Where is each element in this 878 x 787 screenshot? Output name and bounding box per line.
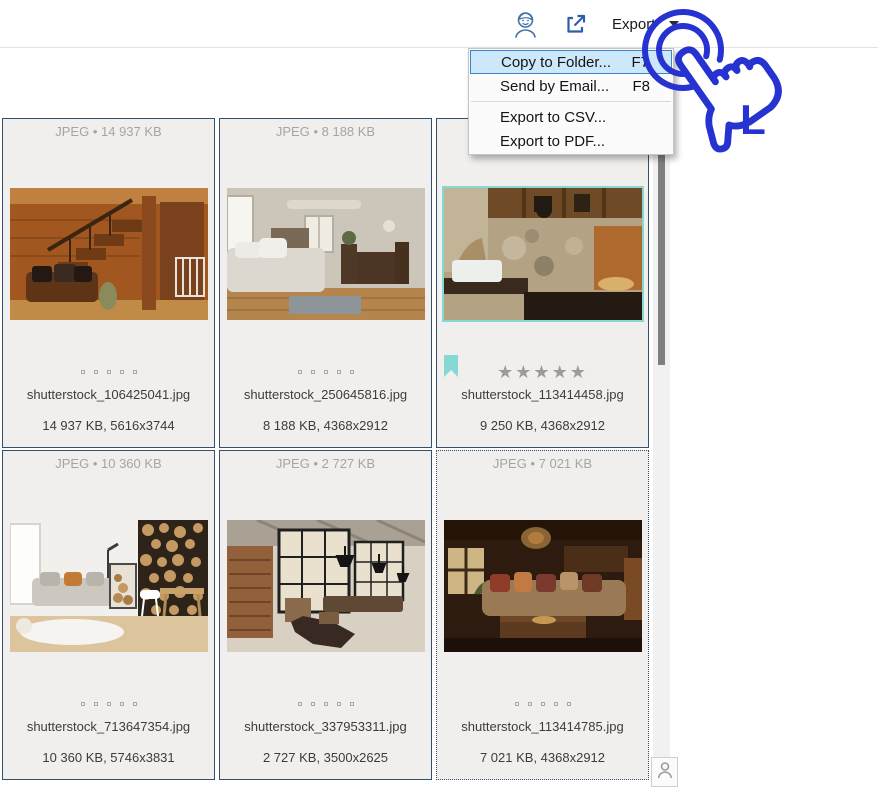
export-button-label: Export [612, 16, 655, 33]
rating-dots[interactable] [3, 365, 214, 379]
toolbar: Export [0, 0, 878, 48]
asset-card[interactable]: JPEG • 8 188 KB [219, 118, 432, 448]
menu-item-label: Send by Email... [500, 78, 609, 95]
menu-separator [471, 101, 671, 102]
asset-card[interactable]: JPEG • 2 727 KB [219, 450, 432, 780]
menu-item-shortcut: F8 [632, 78, 650, 95]
thumbnail-image[interactable] [442, 186, 644, 322]
file-name: shutterstock_113414458.jpg [437, 387, 648, 402]
asset-card-selected[interactable]: ★★★★★ shutterstock_113414458.jpg 9 250 K… [436, 118, 649, 448]
file-name: shutterstock_337953311.jpg [220, 719, 431, 734]
left-click-label: L [740, 96, 766, 143]
file-details: 10 360 KB, 5746x3831 [3, 750, 214, 765]
file-format-size: JPEG • 10 360 KB [3, 451, 214, 475]
app-window: Export Copy to Folder... F7 Send by Emai… [0, 0, 878, 787]
file-format-size: JPEG • 7 021 KB [437, 451, 648, 475]
file-name: shutterstock_113414785.jpg [437, 719, 648, 734]
rating-stars[interactable]: ★★★★★ [437, 365, 648, 379]
rating-dots[interactable] [3, 697, 214, 711]
menu-item-shortcut: F7 [631, 54, 649, 71]
file-details: 8 188 KB, 4368x2912 [220, 418, 431, 433]
thumbnail-grid: JPEG • 14 937 KB [2, 118, 649, 780]
menu-item-export-to-csv[interactable]: Export to CSV... [470, 105, 672, 129]
asset-card[interactable]: JPEG • 14 937 KB [2, 118, 215, 448]
thumbnail-image[interactable] [227, 520, 425, 652]
thumbnail-image[interactable] [10, 188, 208, 320]
scrollbar-thumb[interactable] [658, 150, 665, 365]
menu-item-label: Export to CSV... [500, 109, 606, 126]
star-rating: ★★★★★ [497, 365, 588, 379]
file-name: shutterstock_713647354.jpg [3, 719, 214, 734]
export-dropdown-menu: Copy to Folder... F7 Send by Email... F8… [468, 48, 674, 155]
file-format-size: JPEG • 2 727 KB [220, 451, 431, 475]
rating-dots[interactable] [437, 697, 648, 711]
file-name: shutterstock_106425041.jpg [3, 387, 214, 402]
menu-item-copy-to-folder[interactable]: Copy to Folder... F7 [470, 50, 672, 74]
menu-item-label: Copy to Folder... [501, 54, 611, 71]
thumbnail-image[interactable] [444, 520, 642, 652]
dropdown-caret-icon[interactable] [669, 21, 679, 27]
menu-item-send-by-email[interactable]: Send by Email... F8 [470, 74, 672, 98]
file-details: 2 727 KB, 3500x2625 [220, 750, 431, 765]
file-format-size: JPEG • 14 937 KB [3, 119, 214, 143]
file-details: 14 937 KB, 5616x3744 [3, 418, 214, 433]
small-user-icon [657, 761, 673, 779]
export-arrow-icon[interactable] [562, 10, 588, 38]
thumbnail-image[interactable] [10, 520, 208, 652]
file-format-size: JPEG • 8 188 KB [220, 119, 431, 143]
rating-dots[interactable] [220, 365, 431, 379]
rating-dots[interactable] [220, 697, 431, 711]
menu-item-export-to-pdf[interactable]: Export to PDF... [470, 129, 672, 153]
user-avatar-icon[interactable] [512, 10, 538, 38]
corner-user-button[interactable] [651, 757, 678, 787]
asset-card[interactable]: JPEG • 10 360 KB [2, 450, 215, 780]
thumbnail-image[interactable] [227, 188, 425, 320]
file-details: 7 021 KB, 4368x2912 [437, 750, 648, 765]
vertical-scrollbar[interactable] [653, 48, 670, 787]
file-name: shutterstock_250645816.jpg [220, 387, 431, 402]
file-details: 9 250 KB, 4368x2912 [437, 418, 648, 433]
menu-item-label: Export to PDF... [500, 133, 605, 150]
asset-card-focused[interactable]: JPEG • 7 021 KB [436, 450, 649, 780]
export-button[interactable]: Export [612, 16, 679, 33]
